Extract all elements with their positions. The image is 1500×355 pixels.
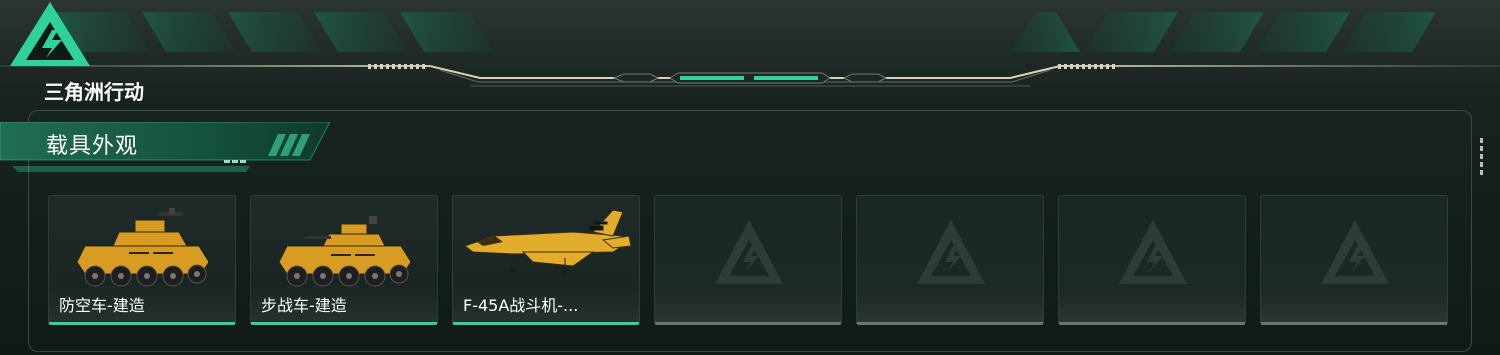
- skin-card-empty[interactable]: [1260, 195, 1448, 325]
- delta-logo-placeholder-icon: [917, 220, 985, 284]
- skin-card-label: F-45A战斗机-...: [463, 296, 579, 315]
- game-title: 三角洲行动: [44, 80, 144, 104]
- skin-card-empty[interactable]: [1058, 195, 1246, 325]
- skin-card-ifv[interactable]: 步战车-建造: [250, 195, 438, 325]
- top-header: 三角洲行动: [0, 0, 1500, 104]
- skin-card-label: 步战车-建造: [261, 296, 347, 315]
- vehicle-skin-list: 防空车-建造 步战车-建造 F-45A战斗机-...: [48, 195, 1450, 327]
- skin-card-empty[interactable]: [654, 195, 842, 325]
- vehicle-skins-screen: 三角洲行动 载具外观 防空车-建造 步战车-建造 F-45A战斗机-...: [0, 0, 1500, 355]
- delta-logo-placeholder-icon: [1321, 220, 1389, 284]
- skin-card-empty[interactable]: [856, 195, 1044, 325]
- scroll-indicator[interactable]: [1480, 138, 1486, 182]
- section-title: 载具外观: [46, 134, 139, 159]
- skin-card-label: 防空车-建造: [59, 296, 145, 315]
- delta-logo-placeholder-icon: [1119, 220, 1187, 284]
- skin-card-fighter-jet[interactable]: F-45A战斗机-...: [452, 195, 640, 325]
- delta-logo-placeholder-icon: [715, 220, 783, 284]
- header-decoration: [0, 12, 1500, 87]
- skin-card-anti-air[interactable]: 防空车-建造: [48, 195, 236, 325]
